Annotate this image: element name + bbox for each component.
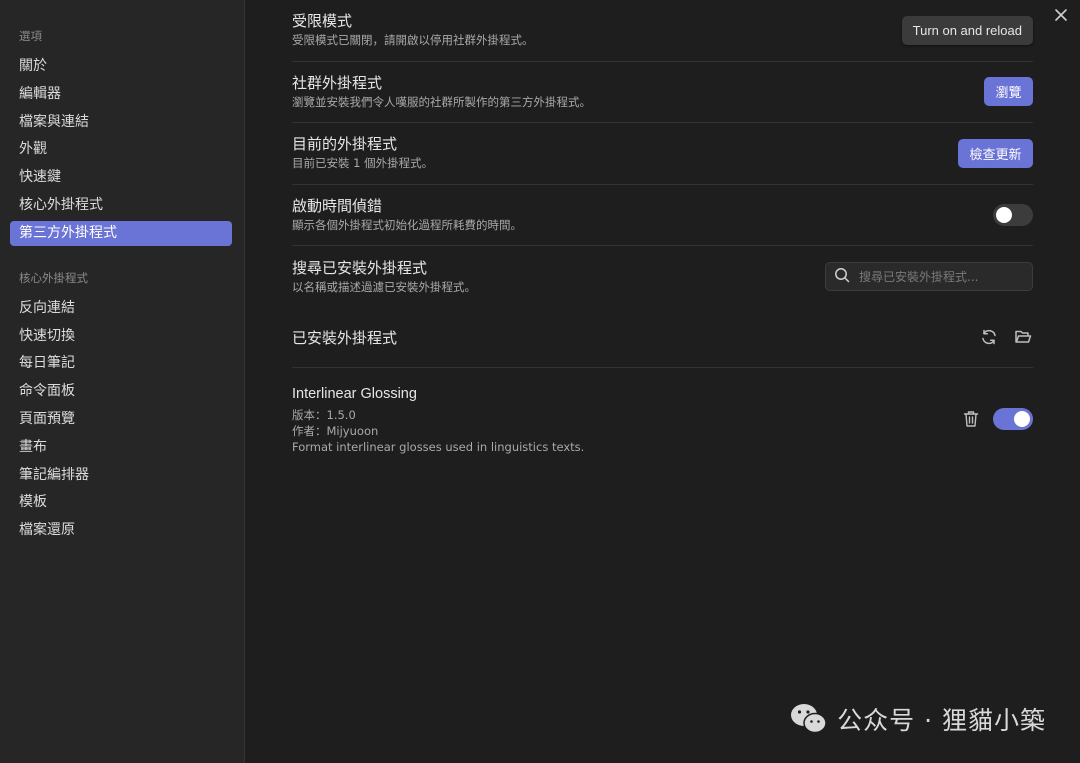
setting-description: 瀏覽並安裝我們令人嘆服的社群所製作的第三方外掛程式。	[292, 94, 591, 109]
sidebar-item-templates[interactable]: 模板	[10, 490, 232, 515]
installed-plugins-title: 已安裝外掛程式	[292, 328, 398, 347]
setting-name: 受限模式	[292, 12, 353, 31]
toggle-knob	[996, 206, 1012, 223]
setting-description: 以名稱或描述過濾已安裝外掛程式。	[292, 279, 476, 294]
search-input[interactable]	[859, 269, 1029, 284]
startup-debug-toggle[interactable]	[993, 203, 1033, 226]
setting-name: 啟動時間偵錯	[292, 196, 383, 215]
setting-name: 搜尋已安裝外掛程式	[292, 258, 428, 277]
settings-modal: 選項 關於 編輯器 檔案與連結 外觀 快速鍵 核心外掛程式 第三方外掛程式 核心…	[0, 0, 1080, 763]
settings-sidebar: 選項 關於 編輯器 檔案與連結 外觀 快速鍵 核心外掛程式 第三方外掛程式 核心…	[0, 0, 245, 763]
setting-community-plugins: 社群外掛程式 瀏覽並安裝我們令人嘆服的社群所製作的第三方外掛程式。 瀏覽	[292, 62, 1033, 123]
close-icon[interactable]	[1052, 6, 1070, 24]
sidebar-group-title-options: 選項	[19, 29, 42, 43]
settings-content: 受限模式 受限模式已關閉，請開啟以停用社群外掛程式。 Turn on and r…	[245, 0, 1080, 763]
sidebar-item-page-preview[interactable]: 頁面預覽	[10, 407, 232, 432]
plugin-version: 版本：1.5.0	[292, 407, 356, 422]
setting-description: 目前已安裝 1 個外掛程式。	[292, 156, 434, 171]
plugin-enable-toggle[interactable]	[993, 408, 1033, 430]
sidebar-item-daily-notes[interactable]: 每日筆記	[10, 351, 232, 376]
plugin-description: Format interlinear glosses used in lingu…	[292, 439, 585, 454]
watermark-text: 公众号 · 狸貓小築	[837, 706, 1046, 735]
wechat-icon	[789, 702, 829, 736]
sidebar-item-file-recovery[interactable]: 檔案還原	[10, 518, 232, 543]
sidebar-item-core-plugins[interactable]: 核心外掛程式	[10, 193, 232, 218]
sidebar-item-quick-switcher[interactable]: 快速切換	[10, 324, 232, 349]
browse-button[interactable]: 瀏覽	[984, 77, 1033, 107]
setting-startup-debug: 啟動時間偵錯 顯示各個外掛程式初始化過程所耗費的時間。	[292, 185, 1033, 246]
sidebar-item-command-palette[interactable]: 命令面板	[10, 379, 232, 404]
setting-name: 社群外掛程式	[292, 73, 383, 92]
plugin-name: Interlinear Glossing	[292, 385, 417, 402]
sidebar-item-note-composer[interactable]: 筆記編排器	[10, 463, 232, 488]
sidebar-item-hotkeys[interactable]: 快速鍵	[10, 165, 232, 190]
setting-current-plugins: 目前的外掛程式 目前已安裝 1 個外掛程式。 檢查更新	[292, 123, 1033, 185]
plugin-item: Interlinear Glossing 版本：1.5.0 作者：Mijyuoo…	[292, 368, 1033, 455]
sidebar-item-about[interactable]: 關於	[10, 54, 232, 79]
turn-on-and-reload-button[interactable]: Turn on and reload	[901, 15, 1033, 45]
sidebar-group-title-core-plugins: 核心外掛程式	[19, 270, 88, 285]
setting-description: 受限模式已關閉，請開啟以停用社群外掛程式。	[292, 33, 534, 48]
reload-plugins-icon[interactable]	[979, 327, 999, 347]
installed-plugins-header: 已安裝外掛程式	[292, 308, 1033, 368]
sidebar-item-appearance[interactable]: 外觀	[10, 137, 232, 162]
search-box	[825, 262, 1033, 292]
search-icon	[834, 267, 850, 287]
setting-search-installed: 搜尋已安裝外掛程式 以名稱或描述過濾已安裝外掛程式。	[292, 246, 1033, 308]
sidebar-item-community-plugins[interactable]: 第三方外掛程式	[10, 220, 232, 246]
sidebar-item-backlinks[interactable]: 反向連結	[10, 296, 232, 321]
setting-name: 目前的外掛程式	[292, 135, 398, 154]
trash-icon[interactable]	[961, 409, 981, 429]
check-updates-button[interactable]: 檢查更新	[958, 138, 1033, 168]
setting-description: 顯示各個外掛程式初始化過程所耗費的時間。	[292, 217, 522, 232]
toggle-knob	[1014, 411, 1030, 427]
open-folder-icon[interactable]	[1013, 327, 1033, 347]
sidebar-item-canvas[interactable]: 畫布	[10, 435, 232, 460]
plugin-author: 作者：Mijyuoon	[292, 423, 379, 438]
setting-restricted-mode: 受限模式 受限模式已關閉，請開啟以停用社群外掛程式。 Turn on and r…	[292, 0, 1033, 62]
sidebar-item-editor[interactable]: 編輯器	[10, 82, 232, 107]
sidebar-item-files-links[interactable]: 檔案與連結	[10, 110, 232, 135]
watermark: 公众号 · 狸貓小築	[789, 701, 1046, 737]
